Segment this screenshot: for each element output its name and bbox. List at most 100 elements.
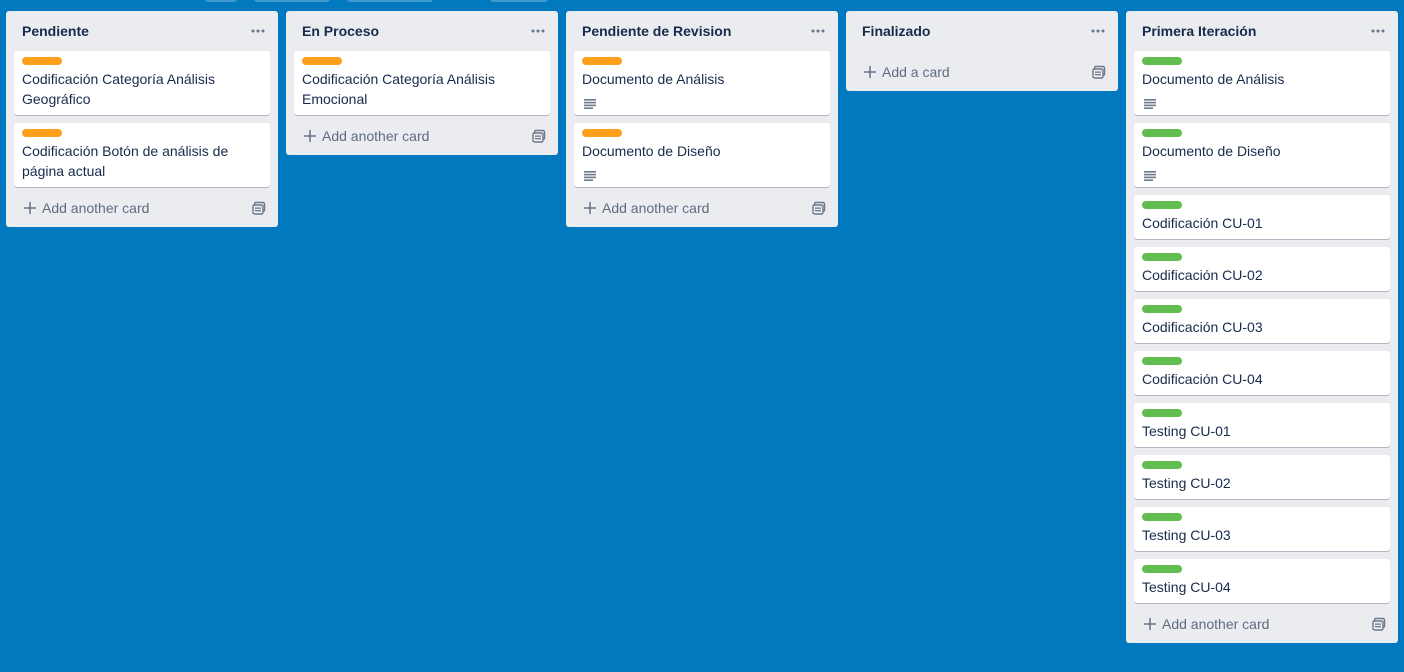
- ellipsis-icon[interactable]: [526, 19, 550, 43]
- card[interactable]: Testing CU-02: [1134, 455, 1390, 499]
- card[interactable]: Codificación Categoría Análisis Emociona…: [294, 51, 550, 115]
- list-3: Finalizado Add a card: [846, 11, 1118, 91]
- card-title: Documento de Diseño: [582, 143, 721, 159]
- card-label-green[interactable]: [1142, 357, 1182, 365]
- description-icon: [1144, 96, 1156, 109]
- card-label-orange[interactable]: [582, 129, 622, 137]
- card-label-green[interactable]: [1142, 565, 1182, 573]
- card-template-icon[interactable]: [252, 201, 266, 215]
- ellipsis-icon[interactable]: [1366, 19, 1390, 43]
- card-template-icon[interactable]: [1372, 617, 1386, 631]
- add-card-label: Add another card: [602, 200, 710, 216]
- card[interactable]: Documento de Análisis: [1134, 51, 1390, 115]
- add-card-button[interactable]: Add another card: [1144, 615, 1269, 633]
- card-title: Codificación Categoría Análisis Emociona…: [302, 71, 495, 107]
- card[interactable]: Codificación CU-02: [1134, 247, 1390, 291]
- card-title: Codificación Categoría Análisis Geográfi…: [22, 71, 215, 107]
- card[interactable]: Testing CU-01: [1134, 403, 1390, 447]
- list-title[interactable]: En Proceso: [302, 23, 379, 39]
- card[interactable]: Documento de Diseño: [1134, 123, 1390, 187]
- ellipsis-icon[interactable]: [1086, 19, 1110, 43]
- list-header: Pendiente: [14, 11, 270, 51]
- header-button-stub[interactable]: [347, 0, 433, 2]
- card-label-orange[interactable]: [22, 129, 62, 137]
- add-card-bar: Add a card: [854, 53, 1110, 91]
- list-header: Finalizado: [854, 11, 1110, 51]
- ellipsis-icon[interactable]: [806, 19, 830, 43]
- card-label-green[interactable]: [1142, 253, 1182, 261]
- header-button-stub[interactable]: [205, 0, 237, 2]
- add-card-button[interactable]: Add another card: [584, 199, 709, 217]
- card-label-green[interactable]: [1142, 461, 1182, 469]
- add-card-label: Add a card: [882, 64, 950, 80]
- card-list: Codificación Categoría Análisis Emociona…: [294, 51, 550, 115]
- add-card-button[interactable]: Add a card: [864, 63, 950, 81]
- card-title: Codificación Botón de análisis de página…: [22, 143, 229, 179]
- card[interactable]: Documento de Análisis: [574, 51, 830, 115]
- card[interactable]: Codificación CU-04: [1134, 351, 1390, 395]
- add-card-bar: Add another card: [294, 117, 550, 155]
- card-label-green[interactable]: [1142, 129, 1182, 137]
- ellipsis-icon[interactable]: [246, 19, 270, 43]
- card-badges: [582, 91, 822, 111]
- card-title: Testing CU-01: [1142, 423, 1231, 439]
- card[interactable]: Codificación CU-01: [1134, 195, 1390, 239]
- add-card-label: Add another card: [42, 200, 150, 216]
- board-canvas: Pendiente Codificación Categoría Análisis…: [6, 11, 1398, 672]
- card-label-green[interactable]: [1142, 201, 1182, 209]
- list-title[interactable]: Primera Iteración: [1142, 23, 1256, 39]
- plus-icon: [584, 199, 596, 217]
- card-title: Testing CU-04: [1142, 579, 1231, 595]
- add-card-label: Add another card: [322, 128, 430, 144]
- card-list: Documento de Análisis Documento de Diseño…: [1134, 51, 1390, 603]
- card-title: Codificación CU-01: [1142, 215, 1263, 231]
- card-title: Codificación CU-04: [1142, 371, 1263, 387]
- card[interactable]: Documento de Diseño: [574, 123, 830, 187]
- plus-icon: [1144, 615, 1156, 633]
- card[interactable]: Codificación CU-03: [1134, 299, 1390, 343]
- header-button-stub[interactable]: [254, 0, 330, 2]
- add-card-bar: Add another card: [14, 189, 270, 227]
- card[interactable]: Testing CU-04: [1134, 559, 1390, 603]
- card-title: Testing CU-03: [1142, 527, 1231, 543]
- list-title[interactable]: Pendiente: [22, 23, 89, 39]
- card-list: Codificación Categoría Análisis Geográfi…: [14, 51, 270, 187]
- list-title[interactable]: Finalizado: [862, 23, 930, 39]
- description-icon: [584, 168, 596, 181]
- add-card-bar: Add another card: [574, 189, 830, 227]
- card-label-green[interactable]: [1142, 305, 1182, 313]
- list-0: Pendiente Codificación Categoría Análisis…: [6, 11, 278, 227]
- card-badges: [1142, 91, 1382, 111]
- description-icon: [584, 96, 596, 109]
- card-template-icon[interactable]: [1092, 65, 1106, 79]
- card-label-orange[interactable]: [22, 57, 62, 65]
- description-icon: [1144, 168, 1156, 181]
- card-label-orange[interactable]: [582, 57, 622, 65]
- card-title: Testing CU-02: [1142, 475, 1231, 491]
- list-header: Primera Iteración: [1134, 11, 1390, 51]
- card[interactable]: Testing CU-03: [1134, 507, 1390, 551]
- card-badges: [1142, 163, 1382, 183]
- list-header: Pendiente de Revision: [574, 11, 830, 51]
- card-title: Documento de Análisis: [582, 71, 725, 87]
- card-label-orange[interactable]: [302, 57, 342, 65]
- card-badges: [582, 163, 822, 183]
- add-card-button[interactable]: Add another card: [304, 127, 429, 145]
- plus-icon: [864, 63, 876, 81]
- card[interactable]: Codificación Categoría Análisis Geográfi…: [14, 51, 270, 115]
- list-title[interactable]: Pendiente de Revision: [582, 23, 731, 39]
- card-label-green[interactable]: [1142, 57, 1182, 65]
- list-4: Primera Iteración Documento de Análisis Do…: [1126, 11, 1398, 643]
- card[interactable]: Codificación Botón de análisis de página…: [14, 123, 270, 187]
- card-template-icon[interactable]: [532, 129, 546, 143]
- card-template-icon[interactable]: [812, 201, 826, 215]
- card-label-green[interactable]: [1142, 513, 1182, 521]
- add-card-button[interactable]: Add another card: [24, 199, 149, 217]
- list-1: En Proceso Codificación Categoría Análisi…: [286, 11, 558, 155]
- list-2: Pendiente de Revision Documento de Anális…: [566, 11, 838, 227]
- card-title: Codificación CU-02: [1142, 267, 1263, 283]
- card-list: Documento de Análisis Documento de Diseño: [574, 51, 830, 187]
- header-button-stub[interactable]: [490, 0, 548, 2]
- add-card-bar: Add another card: [1134, 605, 1390, 643]
- card-label-green[interactable]: [1142, 409, 1182, 417]
